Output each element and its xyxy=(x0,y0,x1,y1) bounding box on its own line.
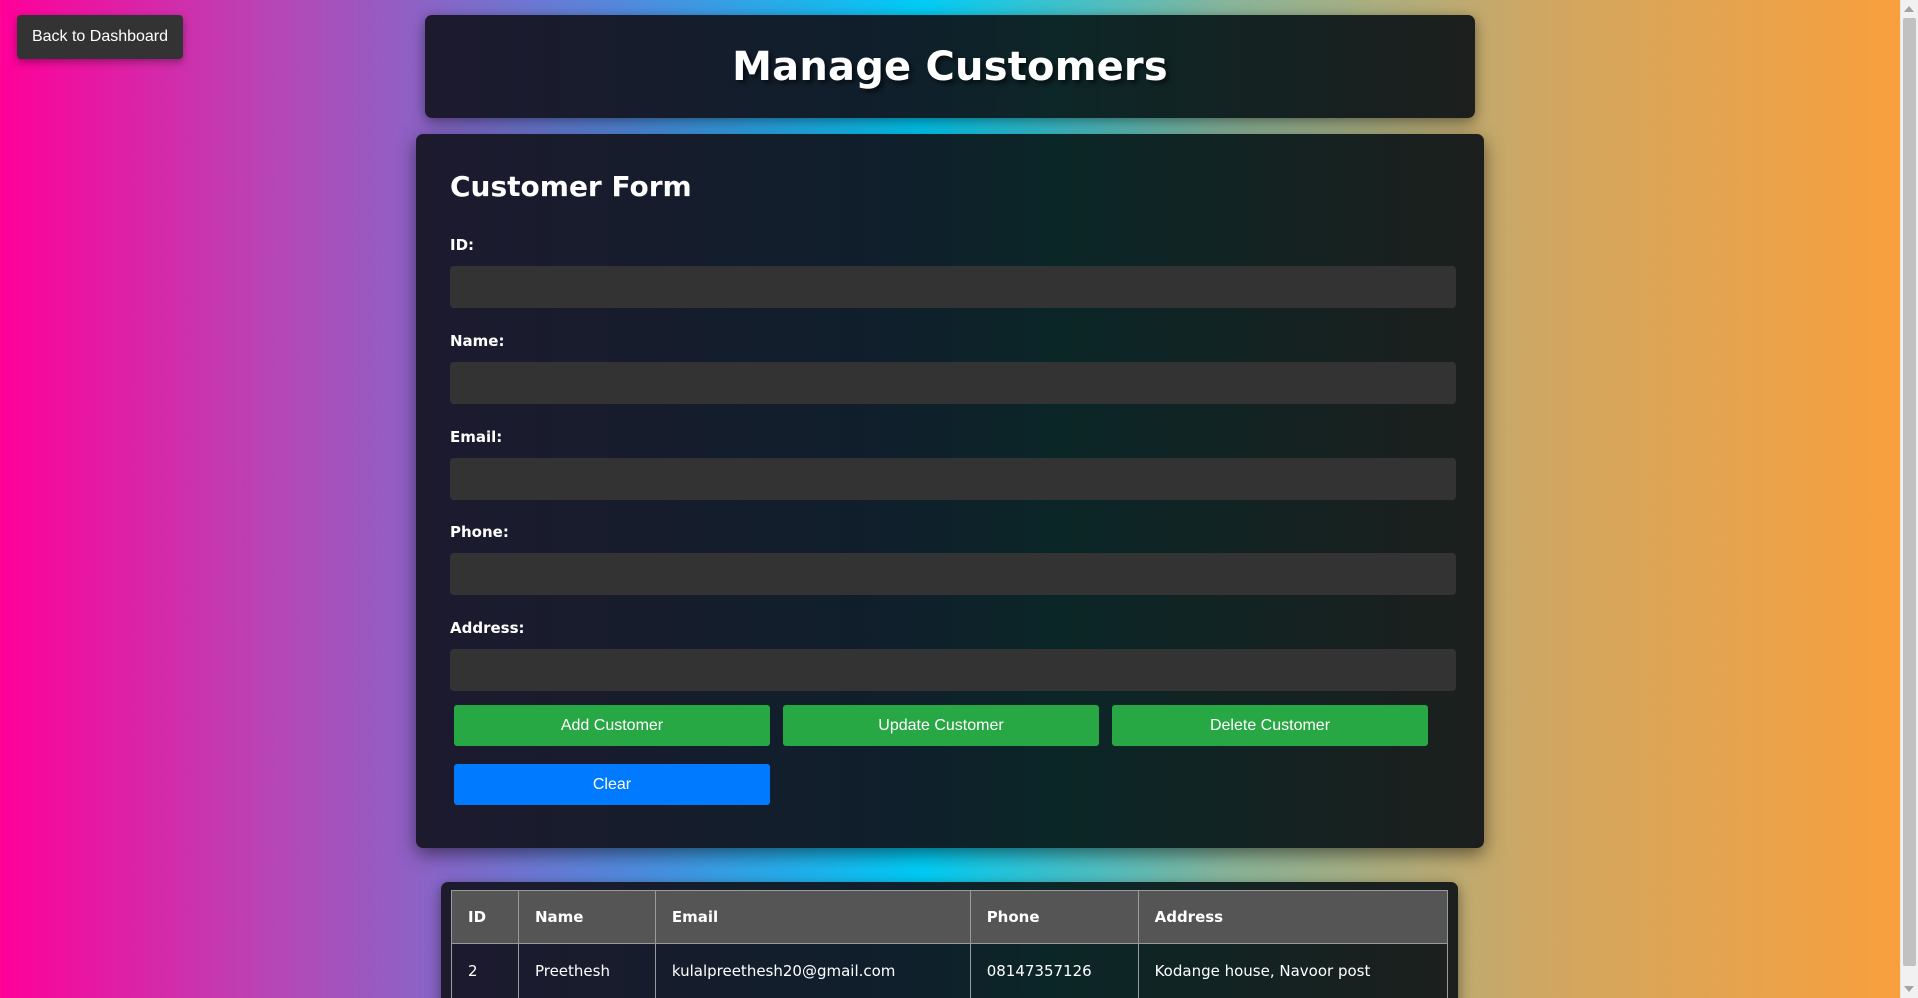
delete-customer-button[interactable]: Delete Customer xyxy=(1112,705,1428,746)
customer-table-container: ID Name Email Phone Address 2 Preethesh … xyxy=(441,882,1458,998)
page-header: Manage Customers xyxy=(425,15,1475,118)
scroll-up-icon[interactable] xyxy=(1904,6,1914,12)
vertical-scrollbar[interactable] xyxy=(1900,0,1918,998)
email-label: Email: xyxy=(450,428,503,446)
form-title: Customer Form xyxy=(450,170,692,203)
id-input[interactable] xyxy=(450,266,1456,308)
table-row[interactable]: 2 Preethesh kulalpreethesh20@gmail.com 0… xyxy=(451,943,1449,998)
scroll-down-icon[interactable] xyxy=(1904,986,1914,992)
column-header-phone: Phone xyxy=(969,890,1139,944)
customer-table: ID Name Email Phone Address 2 Preethesh … xyxy=(451,890,1449,998)
table-header-row: ID Name Email Phone Address xyxy=(451,890,1449,944)
phone-input[interactable] xyxy=(450,553,1456,595)
column-header-id: ID xyxy=(451,890,519,944)
cell-address: Kodange house, Navoor post xyxy=(1137,943,1449,998)
name-input[interactable] xyxy=(450,362,1456,404)
cell-phone: 08147357126 xyxy=(969,943,1139,998)
cell-name: Preethesh xyxy=(517,943,656,998)
address-input[interactable] xyxy=(450,649,1456,691)
add-customer-button[interactable]: Add Customer xyxy=(454,705,770,746)
page-title: Manage Customers xyxy=(732,43,1168,90)
address-label: Address: xyxy=(450,619,525,637)
update-customer-button[interactable]: Update Customer xyxy=(783,705,1099,746)
column-header-email: Email xyxy=(654,890,971,944)
phone-label: Phone: xyxy=(450,523,509,541)
column-header-address: Address xyxy=(1137,890,1449,944)
name-label: Name: xyxy=(450,332,505,350)
scrollbar-thumb[interactable] xyxy=(1903,18,1916,966)
id-label: ID: xyxy=(450,236,475,254)
column-header-name: Name xyxy=(517,890,656,944)
email-input[interactable] xyxy=(450,458,1456,500)
clear-button[interactable]: Clear xyxy=(454,764,770,805)
cell-email: kulalpreethesh20@gmail.com xyxy=(654,943,971,998)
cell-id: 2 xyxy=(451,943,519,998)
back-to-dashboard-button[interactable]: Back to Dashboard xyxy=(17,15,183,59)
customer-form: Customer Form ID: Name: Email: Phone: Ad… xyxy=(416,134,1484,848)
